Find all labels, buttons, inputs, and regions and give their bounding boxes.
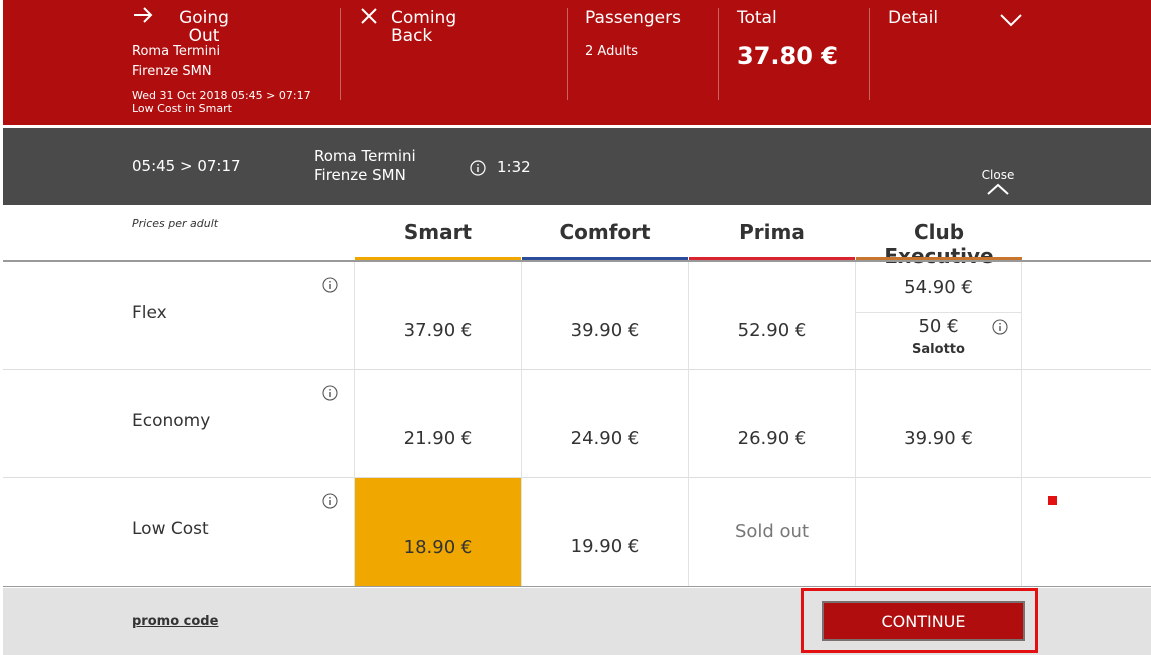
column-label: Comfort [559, 220, 651, 244]
sold-out-cell: Sold out [734, 521, 810, 542]
divider [718, 8, 719, 100]
detail-toggle[interactable]: Detail [888, 0, 1048, 100]
continue-highlight: CONTINUE [801, 588, 1038, 653]
close-details-button[interactable]: Close [978, 168, 1018, 195]
train-times: 05:45 > 07:17 [132, 157, 241, 175]
column-label: Smart [403, 220, 473, 244]
price-cell[interactable]: 37.90 € [355, 262, 521, 369]
info-icon[interactable] [322, 493, 338, 509]
going-out-section[interactable]: Going Out Roma Termini Firenze SMN Wed 3… [132, 0, 342, 115]
column-divider [1021, 262, 1022, 586]
detail-label: Detail [888, 8, 939, 28]
salotto-label: Salotto [912, 342, 965, 357]
price-cell[interactable]: 39.90 € [522, 262, 688, 369]
price-cell[interactable]: 26.90 € [689, 370, 855, 477]
coming-back-label-2: Back [391, 26, 433, 46]
price-cell[interactable]: 54.90 € [856, 262, 1021, 312]
coming-back-section[interactable]: Coming Back [358, 0, 558, 100]
divider [340, 8, 341, 100]
going-out-fare: Low Cost in Smart [132, 102, 232, 115]
train-duration: 1:32 [497, 158, 531, 176]
going-out-datetime: Wed 31 Oct 2018 05:45 > 07:17 [132, 89, 311, 102]
close-x-icon [361, 8, 377, 24]
train-from: Roma Termini [314, 147, 416, 165]
going-out-from: Roma Termini [132, 44, 221, 59]
row-divider [3, 586, 1151, 587]
salotto-price-cell[interactable]: 50 € Salotto [856, 313, 1021, 369]
price-cell[interactable]: 21.90 € [355, 370, 521, 477]
passengers-label: Passengers [585, 8, 681, 28]
row-label-economy: Economy [132, 411, 211, 431]
column-club-executive[interactable]: Club Executive [856, 220, 1022, 268]
divider [869, 8, 870, 100]
row-label-low-cost: Low Cost [132, 519, 209, 539]
info-icon[interactable] [470, 160, 486, 176]
continue-button[interactable]: CONTINUE [822, 601, 1025, 641]
price-cell[interactable]: 24.90 € [522, 370, 688, 477]
chevron-down-icon [1000, 14, 1022, 27]
going-out-label: Going [179, 8, 229, 28]
price-cell-selected[interactable]: 18.90 € [355, 478, 521, 586]
row-label-flex: Flex [132, 303, 167, 323]
total-label: Total [737, 8, 777, 28]
total-section: Total 37.80 € [737, 0, 867, 100]
price-cell[interactable]: 19.90 € [522, 478, 688, 585]
total-value: 37.80 € [737, 42, 838, 70]
info-icon[interactable] [992, 319, 1008, 335]
train-details-bar: 05:45 > 07:17 Roma Termini Firenze SMN 1… [3, 128, 1151, 205]
info-icon[interactable] [322, 277, 338, 293]
journey-summary-bar: Going Out Roma Termini Firenze SMN Wed 3… [3, 0, 1151, 125]
marker-square [1048, 496, 1057, 505]
booking-page: Going Out Roma Termini Firenze SMN Wed 3… [0, 0, 1151, 655]
price-cell[interactable]: 52.90 € [689, 262, 855, 369]
passengers-value: 2 Adults [585, 44, 639, 59]
footer-bar: promo code CONTINUE [3, 588, 1151, 655]
column-prima[interactable]: Prima [689, 220, 855, 262]
going-out-to: Firenze SMN [132, 64, 212, 79]
info-icon[interactable] [322, 385, 338, 401]
passengers-section[interactable]: Passengers 2 Adults [585, 0, 715, 100]
close-label: Close [981, 168, 1015, 182]
train-to: Firenze SMN [314, 166, 406, 184]
price-cell[interactable]: 39.90 € [856, 370, 1021, 477]
chevron-up-icon [987, 183, 1009, 195]
promo-code-link[interactable]: promo code [132, 614, 218, 629]
column-label: Prima [739, 220, 805, 244]
empty-cell [856, 478, 1021, 585]
column-comfort[interactable]: Comfort [522, 220, 688, 262]
arrow-right-icon [134, 7, 153, 23]
coming-back-label: Coming [391, 8, 457, 28]
column-smart[interactable]: Smart [355, 220, 521, 262]
divider [567, 8, 568, 100]
prices-per-adult-note: Prices per adult [132, 217, 219, 230]
